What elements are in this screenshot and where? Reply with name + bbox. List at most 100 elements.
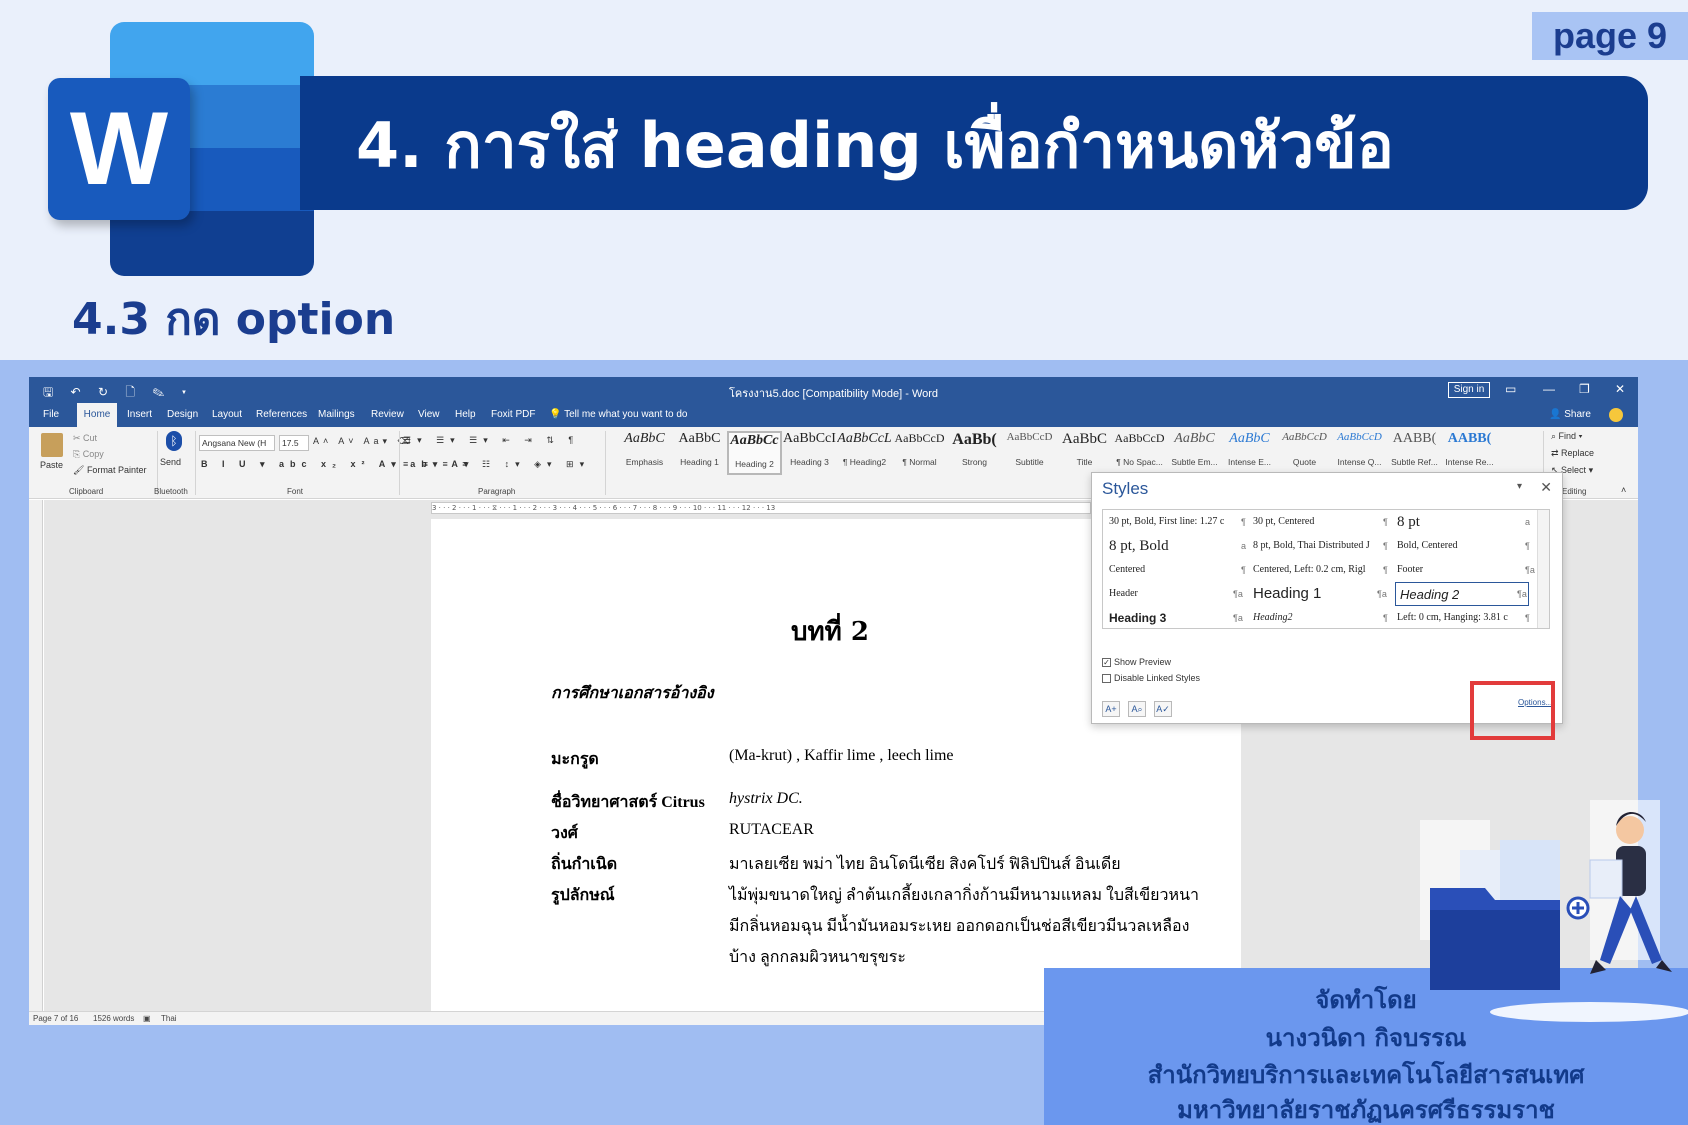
tab-mailings[interactable]: Mailings [318, 403, 355, 427]
style-heading-2[interactable]: AaBbCc Heading 2 [727, 431, 782, 475]
horizontal-ruler[interactable]: 3 · · · 2 · · · 1 · · · ⧖ · · · 1 · · · … [431, 502, 1091, 514]
font-name-select[interactable]: Angsana New (H [199, 435, 275, 451]
restore-icon[interactable]: ❐ [1579, 382, 1590, 396]
style-list-item[interactable]: Footer [1397, 558, 1517, 582]
collapse-ribbon-icon[interactable]: ˄ [1621, 485, 1626, 495]
paragraph-mark-icon: ¶ [1383, 517, 1388, 527]
style-list-item-selected[interactable]: Heading 2 [1395, 582, 1529, 606]
tab-help[interactable]: Help [455, 403, 476, 427]
paste-icon[interactable] [41, 433, 63, 457]
group-clipboard-label: Clipboard [69, 487, 104, 496]
bluetooth-icon[interactable]: ᛒ [166, 431, 182, 451]
language-indicator[interactable]: Thai [161, 1012, 177, 1025]
style-heading-1[interactable]: AaBbC Heading 1 [672, 431, 727, 475]
slide-title: 4. การใส่ heading เพื่อกำหนดหัวข้อ [356, 109, 1394, 182]
style-subtitle[interactable]: AaBbCcD Subtitle [1002, 431, 1057, 475]
style-strong[interactable]: AaBb(Strong [947, 431, 1002, 475]
style-list-item[interactable]: 30 pt, Bold, First line: 1.27 c [1109, 510, 1239, 534]
format-painter-button[interactable]: 🖌 Format Painter [73, 465, 146, 476]
style-list-item[interactable]: Centered [1109, 558, 1239, 582]
disable-linked-styles-checkbox[interactable]: Disable Linked Styles [1102, 673, 1200, 684]
style-list-item[interactable]: Left: 0 cm, Hanging: 3.81 c [1397, 606, 1527, 630]
paste-button[interactable]: Paste [40, 460, 63, 470]
options-highlight-box [1470, 681, 1555, 740]
tell-me-search[interactable]: 💡 Tell me what you want to do [549, 403, 687, 427]
copy-button[interactable]: ⎘ Copy [73, 449, 104, 460]
ribbon-display-icon[interactable]: ▭ [1505, 382, 1516, 396]
row-value: hystrix DC. [729, 790, 803, 807]
chapter-heading: บทที่ 2 [791, 617, 869, 647]
replace-button[interactable]: ⇄ Replace [1551, 448, 1594, 459]
style-inspector-button[interactable]: A⌕ [1128, 701, 1146, 717]
lightbulb-icon: 💡 [549, 409, 565, 420]
style-list-item[interactable]: 30 pt, Centered [1253, 510, 1373, 534]
alignment-buttons[interactable]: ≡ ≡ ≡ ≡ ☷ ↕▾ ◈▾ ⊞▾ [403, 459, 590, 470]
style-heading2[interactable]: AaBbCcL ¶ Heading2 [837, 431, 892, 475]
paragraph-mark-icon: ¶ [1383, 541, 1388, 551]
proofing-icon[interactable]: ▣ [143, 1012, 151, 1025]
style-subtle-emphasis[interactable]: AaBbC Subtle Em... [1167, 431, 1222, 475]
new-style-button[interactable]: A+ [1102, 701, 1120, 717]
sign-in-button[interactable]: Sign in [1448, 382, 1490, 398]
minimize-icon[interactable]: — [1543, 382, 1555, 396]
style-title[interactable]: AaBbC Title [1057, 431, 1112, 475]
show-preview-checkbox[interactable]: ✓ Show Preview [1102, 657, 1171, 668]
tab-insert[interactable]: Insert [127, 403, 152, 427]
cut-button[interactable]: ✂ Cut [73, 433, 97, 444]
word-count[interactable]: 1526 words [93, 1012, 134, 1025]
person-icon: 👤 [1549, 409, 1565, 420]
group-paragraph-label: Paragraph [478, 487, 516, 496]
style-list-item[interactable]: Heading 1 [1253, 582, 1373, 606]
smiley-feedback-icon[interactable] [1609, 408, 1623, 422]
font-size-select[interactable]: 17.5 [279, 435, 309, 451]
style-heading-3[interactable]: AaBbCcI Heading 3 [782, 431, 837, 475]
pane-options-dropdown[interactable]: ▾ [1517, 481, 1522, 492]
send-button[interactable]: Send [160, 457, 181, 467]
style-intense-quote[interactable]: AaBbCcD Intense Q... [1332, 431, 1387, 475]
linked-mark-icon: ¶a [1233, 589, 1243, 599]
styles-list-scrollbar[interactable] [1537, 510, 1549, 628]
style-list-item[interactable]: 8 pt [1397, 510, 1527, 534]
tab-home[interactable]: Home [77, 403, 117, 427]
share-button[interactable]: 👤 Share [1549, 403, 1591, 427]
close-icon[interactable]: ✕ [1540, 479, 1552, 496]
linked-mark-icon: ¶a [1517, 589, 1527, 599]
row-label: มะกรูด [551, 751, 599, 768]
style-no-spacing[interactable]: AaBbCcD ¶ No Spac... [1112, 431, 1167, 475]
style-intense-emphasis[interactable]: AaBbC Intense E... [1222, 431, 1277, 475]
style-subtle-reference[interactable]: AABB(Subtle Ref... [1387, 431, 1442, 475]
style-list-item[interactable]: Bold, Centered [1397, 534, 1517, 558]
styles-gallery: AaBbC Emphasis AaBbC Heading 1 AaBbCc Headi… [617, 431, 1557, 475]
find-button[interactable]: ⌕ Find ▾ [1551, 431, 1582, 442]
linked-mark-icon: ¶a [1525, 565, 1535, 575]
style-quote[interactable]: AaBbCcD Quote [1277, 431, 1332, 475]
row-value: RUTACEAR [729, 821, 814, 838]
manage-styles-button[interactable]: A✓ [1154, 701, 1172, 717]
character-mark-icon: a [1525, 517, 1531, 527]
style-list-item[interactable]: Heading2 [1253, 606, 1373, 630]
tab-foxit-pdf[interactable]: Foxit PDF [491, 403, 535, 427]
close-icon[interactable]: ✕ [1615, 382, 1625, 396]
list-indent-buttons[interactable]: ☰▾ ☰▾ ☰▾ ⇤ ⇥ ⇅ ¶ [403, 435, 579, 446]
tab-layout[interactable]: Layout [212, 403, 242, 427]
tab-review[interactable]: Review [371, 403, 404, 427]
tab-view[interactable]: View [418, 403, 440, 427]
row-label: ชื่อวิทยาศาสตร์ Citrus [551, 794, 705, 811]
style-emphasis[interactable]: AaBbC Emphasis [617, 431, 672, 475]
style-list-item[interactable]: Header [1109, 582, 1239, 606]
row-label: วงศ์ [551, 825, 578, 842]
page-count[interactable]: Page 7 of 16 [33, 1012, 78, 1025]
tab-references[interactable]: References [256, 403, 307, 427]
tab-design[interactable]: Design [167, 403, 198, 427]
word-window: 🖫 ↶ ↻ 🗋 ✎ ▾ โครงงาน5.doc [Compatibility … [29, 377, 1638, 1025]
style-list-item[interactable]: 8 pt, Bold, Thai Distributed J [1253, 534, 1383, 558]
styles-list: 30 pt, Bold, First line: 1.27 c ¶ 30 pt,… [1102, 509, 1550, 629]
slide-subtitle: 4.3 กด option [72, 294, 396, 345]
style-list-item[interactable]: 8 pt, Bold [1109, 534, 1239, 558]
magnifier-icon: ⌕ [1551, 431, 1559, 441]
style-list-item[interactable]: Heading 3 [1109, 606, 1239, 630]
style-list-item[interactable]: Centered, Left: 0.2 cm, Rigl [1253, 558, 1381, 582]
tab-file[interactable]: File [43, 403, 59, 427]
style-intense-reference[interactable]: AABB(Intense Re... [1442, 431, 1497, 475]
style-normal[interactable]: AaBbCcD ¶ Normal [892, 431, 947, 475]
